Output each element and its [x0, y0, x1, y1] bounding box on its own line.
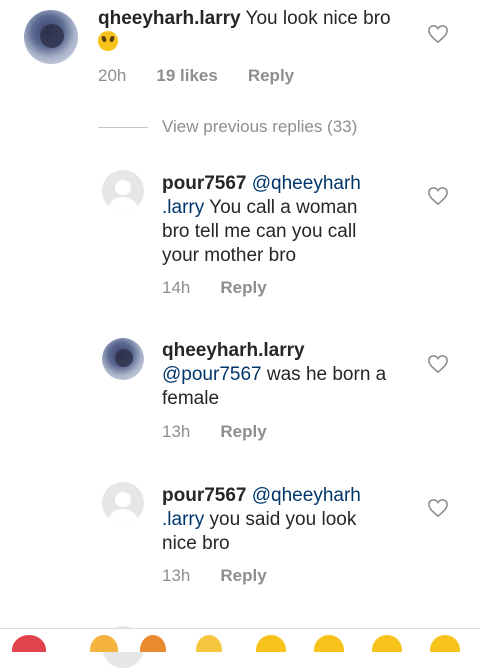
reply-body-2: bro tell me can you call [162, 221, 357, 242]
reply-time: 14h [162, 278, 191, 297]
laughing-emoji-icon [98, 31, 118, 51]
heart-icon[interactable] [427, 498, 449, 518]
comment-text: qheeyharh.larry You look nice bro [98, 7, 418, 55]
emoji-reaction-bar [0, 628, 480, 652]
view-previous-replies[interactable]: View previous replies (33) [98, 117, 357, 137]
reply-body-2: nice bro [162, 533, 230, 554]
reply-username[interactable]: pour7567 [162, 173, 246, 194]
reply-meta: 13h Reply [162, 422, 267, 442]
hands-emoji-icon[interactable] [90, 635, 118, 652]
reply-body-1: was he born a [261, 364, 387, 385]
avatar[interactable] [24, 10, 78, 64]
reply-body-1: you said you look [204, 509, 357, 530]
reply-body-3: your mother bro [162, 245, 297, 266]
sad-emoji-icon[interactable] [256, 635, 286, 652]
reply-button[interactable]: Reply [220, 422, 266, 442]
fire-emoji-icon[interactable] [140, 635, 166, 652]
reply-username[interactable]: pour7567 [162, 485, 246, 506]
reply-mention[interactable]: @qheeyharh [252, 173, 361, 194]
reply-meta: 14h Reply [162, 278, 267, 298]
reply-mention[interactable]: @pour7567 [162, 364, 262, 385]
reply-body-1: You call a woman [204, 197, 358, 218]
comment-username[interactable]: qheeyharh.larry [98, 8, 241, 29]
view-previous-label[interactable]: View previous replies (33) [162, 117, 357, 137]
reply-username[interactable]: qheeyharh.larry [162, 340, 305, 361]
reply-meta: 13h Reply [162, 566, 267, 586]
reply-text: pour7567 @qheeyharh .larry You call a wo… [162, 172, 412, 268]
reply-button[interactable]: Reply [220, 278, 266, 298]
reply-button[interactable]: Reply [248, 66, 294, 86]
divider-line [98, 126, 148, 128]
reply-time: 13h [162, 566, 191, 585]
comment-likes[interactable]: 19 likes [156, 66, 217, 86]
heart-icon[interactable] [427, 354, 449, 374]
reply-button[interactable]: Reply [220, 566, 266, 586]
reply-text: pour7567 @qheeyharh .larry you said you … [162, 484, 412, 556]
comment-body: You look nice bro [245, 8, 391, 29]
love-emoji-icon[interactable] [314, 635, 344, 652]
reply-time: 13h [162, 422, 191, 441]
avatar[interactable] [102, 338, 144, 380]
comment-meta: 20h 19 likes Reply [98, 66, 294, 86]
reply-body-2: female [162, 388, 220, 409]
heart-icon[interactable] [427, 186, 449, 206]
reply-mention[interactable]: @qheeyharh [252, 485, 361, 506]
clap-emoji-icon[interactable] [196, 635, 222, 652]
avatar[interactable] [102, 170, 144, 212]
comment-time: 20h [98, 66, 127, 85]
reply-mention-cont[interactable]: .larry [162, 197, 204, 218]
heart-icon[interactable] [427, 24, 449, 44]
avatar[interactable] [102, 482, 144, 524]
surprise-emoji-icon[interactable] [372, 635, 402, 652]
heart-emoji-icon[interactable] [12, 635, 46, 652]
laugh-emoji-icon[interactable] [430, 635, 460, 652]
reply-text: qheeyharh.larry @pour7567 was he born a … [162, 339, 412, 411]
reply-mention-cont[interactable]: .larry [162, 509, 204, 530]
